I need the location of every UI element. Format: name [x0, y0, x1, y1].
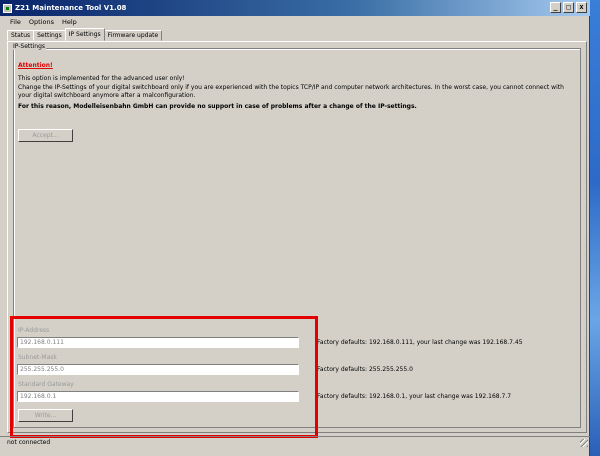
- ip-factory-defaults: Factory defaults: 192.168.0.111, your la…: [317, 339, 523, 346]
- menu-options[interactable]: Options: [29, 18, 54, 26]
- tab-status[interactable]: Status: [7, 30, 35, 41]
- group-title: IP-Settings: [12, 43, 47, 50]
- gateway-factory-defaults: Factory defaults: 192.168.0.1, your last…: [317, 393, 512, 400]
- status-bar: not connected: [0, 436, 590, 449]
- tab-strip: Status Settings IP Settings Firmware upd…: [7, 28, 163, 41]
- menu-file[interactable]: File: [10, 18, 21, 26]
- tab-settings[interactable]: Settings: [33, 30, 66, 41]
- tab-firmware-update[interactable]: Firmware update: [103, 30, 163, 41]
- tab-ip-settings[interactable]: IP Settings: [64, 28, 105, 41]
- app-icon: [3, 3, 12, 13]
- warning-text-advanced: This option is implemented for the advan…: [18, 75, 185, 82]
- highlight-box: [10, 316, 318, 438]
- resize-grip[interactable]: [580, 439, 588, 447]
- subnet-factory-defaults: Factory defaults: 255.255.255.0: [317, 366, 413, 373]
- warning-text-details: Change the IP-Settings of your digital s…: [18, 84, 564, 99]
- accept-button[interactable]: Accept...: [18, 129, 73, 142]
- warning-text-support: For this reason, Modelleisenbahn GmbH ca…: [18, 103, 417, 110]
- desktop-background: [590, 0, 600, 456]
- window-title: Z21 Maintenance Tool V1.08: [15, 4, 127, 12]
- maximize-button[interactable]: □: [563, 2, 574, 13]
- window-controls: _ □ x: [550, 2, 587, 13]
- connection-status: not connected: [7, 439, 51, 446]
- attention-heading: Attention!: [18, 62, 53, 69]
- title-bar[interactable]: Z21 Maintenance Tool V1.08 _ □ x: [0, 0, 590, 16]
- minimize-button[interactable]: _: [550, 2, 561, 13]
- menu-help[interactable]: Help: [62, 18, 77, 26]
- menu-bar: File Options Help: [0, 16, 590, 27]
- close-button[interactable]: x: [576, 2, 587, 13]
- main-window: Z21 Maintenance Tool V1.08 _ □ x File Op…: [0, 0, 590, 456]
